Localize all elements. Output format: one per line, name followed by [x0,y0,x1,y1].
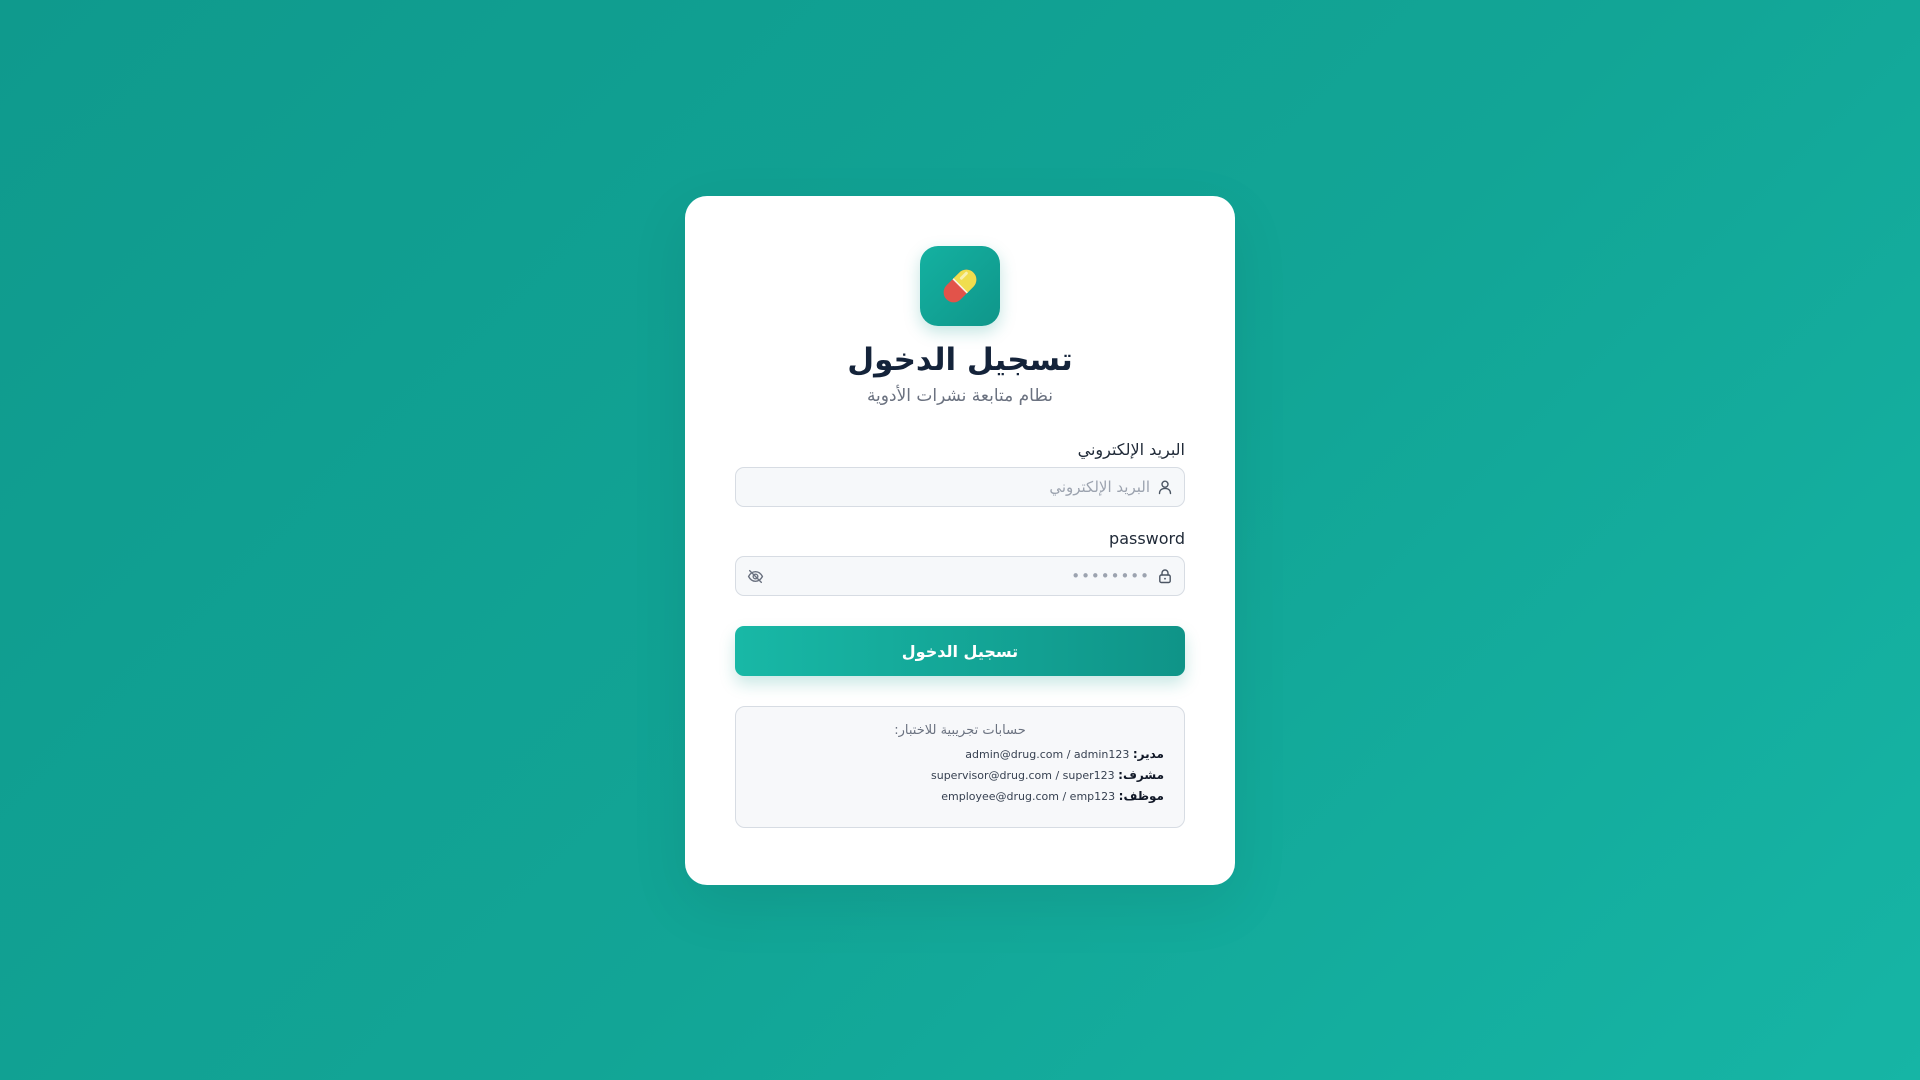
password-input-wrapper [735,556,1185,596]
email-input-wrapper [735,467,1185,507]
page-title: تسجيل الدخول [847,342,1073,378]
login-button[interactable]: تسجيل الدخول [735,626,1185,676]
demo-accounts-title: حسابات تجريبية للاختبار: [894,723,1026,738]
demo-account-credentials: employee@drug.com / emp123 [941,790,1116,803]
page-subtitle: نظام متابعة نشرات الأدوية [866,386,1054,406]
demo-account-role: مدير: [1132,747,1164,761]
demo-account-role: مشرف: [1118,768,1164,782]
demo-accounts-box: حسابات تجريبية للاختبار: مدير: admin@dru… [735,706,1185,828]
password-label: password [1109,529,1185,548]
password-input[interactable] [764,557,1156,595]
email-input[interactable] [746,468,1156,506]
demo-account-credentials: supervisor@drug.com / super123 [931,769,1115,782]
lock-icon [1156,567,1174,585]
demo-account-row: مدير: admin@drug.com / admin123 [756,744,1164,765]
user-icon [1156,478,1174,496]
login-card: تسجيل الدخول نظام متابعة نشرات الأدوية ا… [685,196,1235,885]
pill-capsule-icon [920,246,1000,326]
demo-account-row: مشرف: supervisor@drug.com / super123 [756,765,1164,786]
demo-account-role: موظف: [1118,789,1164,803]
eye-off-icon[interactable] [746,567,764,585]
email-label: البريد الإلكتروني [1077,440,1185,459]
demo-account-row: موظف: employee@drug.com / emp123 [756,786,1164,807]
demo-account-credentials: admin@drug.com / admin123 [965,748,1130,761]
